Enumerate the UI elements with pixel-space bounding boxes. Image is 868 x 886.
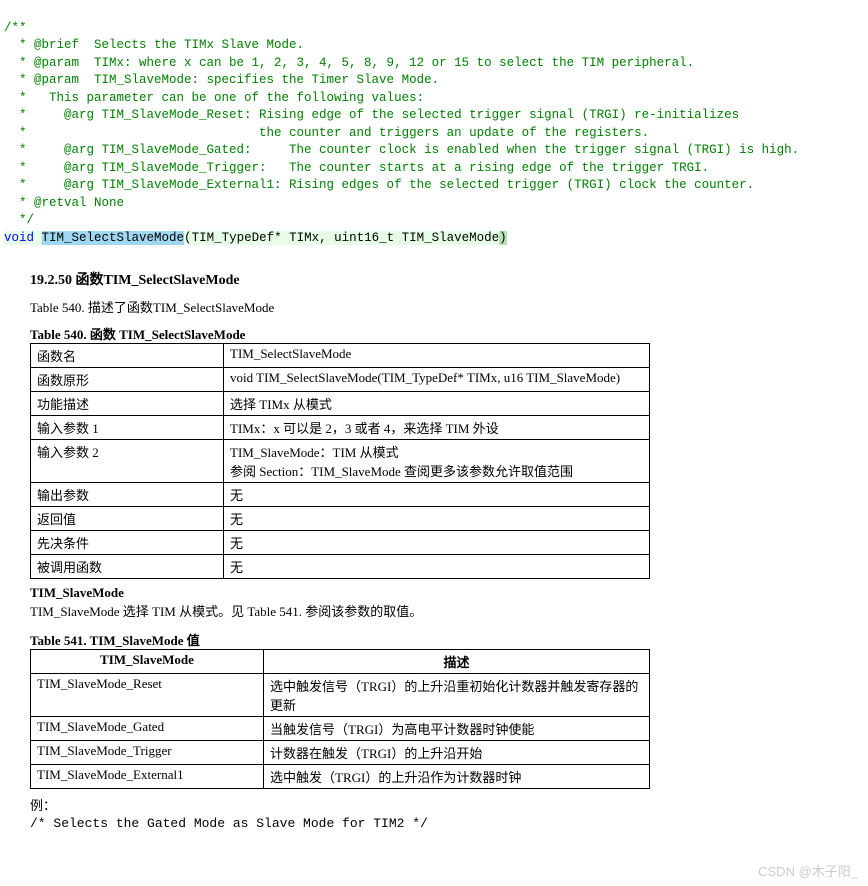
table-cell-value: TIM_SelectSlaveMode [224, 344, 650, 368]
keyword-void: void [4, 231, 42, 245]
table-cell-value: TIMx：x 可以是 2，3 或者 4，来选择 TIM 外设 [224, 416, 650, 440]
paren-open: ( [184, 231, 192, 245]
table-cell-value: 选择 TIMx 从模式 [224, 392, 650, 416]
table-cell-key: 返回值 [31, 507, 224, 531]
table-row: 输出参数无 [31, 483, 650, 507]
table-row: 输入参数 1TIMx：x 可以是 2，3 或者 4，来选择 TIM 外设 [31, 416, 650, 440]
table541: TIM_SlaveMode 描述 TIM_SlaveMode_Reset选中触发… [30, 649, 650, 789]
table-row: 功能描述选择 TIMx 从模式 [31, 392, 650, 416]
table-cell-value: 无 [224, 483, 650, 507]
slave-mode-heading: TIM_SlaveMode [30, 585, 838, 601]
code-signature-line: void TIM_SelectSlaveMode(TIM_TypeDef* TI… [4, 231, 507, 245]
table541-header-col2: 描述 [264, 650, 650, 674]
section-title: 19.2.50 函数TIM_SelectSlaveMode [30, 269, 838, 289]
table541-header-col1: TIM_SlaveMode [31, 650, 264, 674]
table-cell-key: TIM_SlaveMode_Trigger [31, 741, 264, 765]
code-line: * @arg TIM_SlaveMode_Gated: The counter … [4, 143, 799, 157]
table540-intro: Table 540. 描述了函数TIM_SelectSlaveMode [30, 297, 838, 316]
table-row: 函数原形void TIM_SelectSlaveMode(TIM_TypeDef… [31, 368, 650, 392]
table-row: TIM_SlaveMode_Trigger计数器在触发（TRGI）的上升沿开始 [31, 741, 650, 765]
table540: 函数名TIM_SelectSlaveMode函数原形void TIM_Selec… [30, 343, 650, 579]
code-line: * @arg TIM_SlaveMode_External1: Rising e… [4, 178, 754, 192]
table-row: TIM_SlaveMode_External1选中触发（TRGI）的上升沿作为计… [31, 765, 650, 789]
table540-caption: Table 540. 函数 TIM_SelectSlaveMode [30, 324, 838, 343]
function-name: TIM_SelectSlaveMode [42, 231, 185, 245]
table-cell-value: 计数器在触发（TRGI）的上升沿开始 [264, 741, 650, 765]
function-args: TIM_TypeDef* TIMx, uint16_t TIM_SlaveMod… [192, 231, 500, 245]
table-cell-key: 输入参数 1 [31, 416, 224, 440]
table-cell-key: 被调用函数 [31, 555, 224, 579]
code-line: * @arg TIM_SlaveMode_Reset: Rising edge … [4, 108, 739, 122]
table-cell-key: 输出参数 [31, 483, 224, 507]
table-cell-key: 输入参数 2 [31, 440, 224, 483]
table-cell-key: 函数名 [31, 344, 224, 368]
table-cell-value: 选中触发信号（TRGI）的上升沿重初始化计数器并触发寄存器的更新 [264, 674, 650, 717]
code-line: * @retval None [4, 196, 124, 210]
table-cell-key: 先决条件 [31, 531, 224, 555]
table-cell-value: void TIM_SelectSlaveMode(TIM_TypeDef* TI… [224, 368, 650, 392]
paren-close: ) [499, 231, 507, 245]
table-row: 函数名TIM_SelectSlaveMode [31, 344, 650, 368]
code-line: */ [4, 213, 34, 227]
watermark: CSDN @木子阳_ [0, 841, 868, 886]
table-cell-value: 无 [224, 531, 650, 555]
code-line: * @param TIM_SlaveMode: specifies the Ti… [4, 73, 439, 87]
table-cell-key: 功能描述 [31, 392, 224, 416]
table-cell-key: TIM_SlaveMode_Reset [31, 674, 264, 717]
code-line: * @param TIMx: where x can be 1, 2, 3, 4… [4, 56, 694, 70]
code-comment-block: /** * @brief Selects the TIMx Slave Mode… [0, 0, 868, 249]
table-cell-key: 函数原形 [31, 368, 224, 392]
table-cell-value: 选中触发（TRGI）的上升沿作为计数器时钟 [264, 765, 650, 789]
code-line: /** [4, 21, 27, 35]
code-line: * @arg TIM_SlaveMode_Trigger: The counte… [4, 161, 709, 175]
table-row: 输入参数 2TIM_SlaveMode：TIM 从模式 参阅 Section：T… [31, 440, 650, 483]
table-row: 被调用函数无 [31, 555, 650, 579]
table-cell-key: TIM_SlaveMode_External1 [31, 765, 264, 789]
table-row: 先决条件无 [31, 531, 650, 555]
table-cell-value: 无 [224, 507, 650, 531]
code-line: * the counter and triggers an update of … [4, 126, 649, 140]
doc-body: 19.2.50 函数TIM_SelectSlaveMode Table 540.… [0, 249, 868, 841]
example-label: 例： [30, 795, 838, 814]
table-row: 返回值无 [31, 507, 650, 531]
table-row: TIM_SlaveMode_Reset选中触发信号（TRGI）的上升沿重初始化计… [31, 674, 650, 717]
table541-caption: Table 541. TIM_SlaveMode 值 [30, 630, 838, 649]
table-cell-value: 无 [224, 555, 650, 579]
example-code: /* Selects the Gated Mode as Slave Mode … [30, 816, 838, 831]
slave-mode-desc: TIM_SlaveMode 选择 TIM 从模式。见 Table 541. 参阅… [30, 601, 838, 620]
table-cell-value: TIM_SlaveMode：TIM 从模式 参阅 Section：TIM_Sla… [224, 440, 650, 483]
code-line: * This parameter can be one of the follo… [4, 91, 424, 105]
code-line: * @brief Selects the TIMx Slave Mode. [4, 38, 304, 52]
